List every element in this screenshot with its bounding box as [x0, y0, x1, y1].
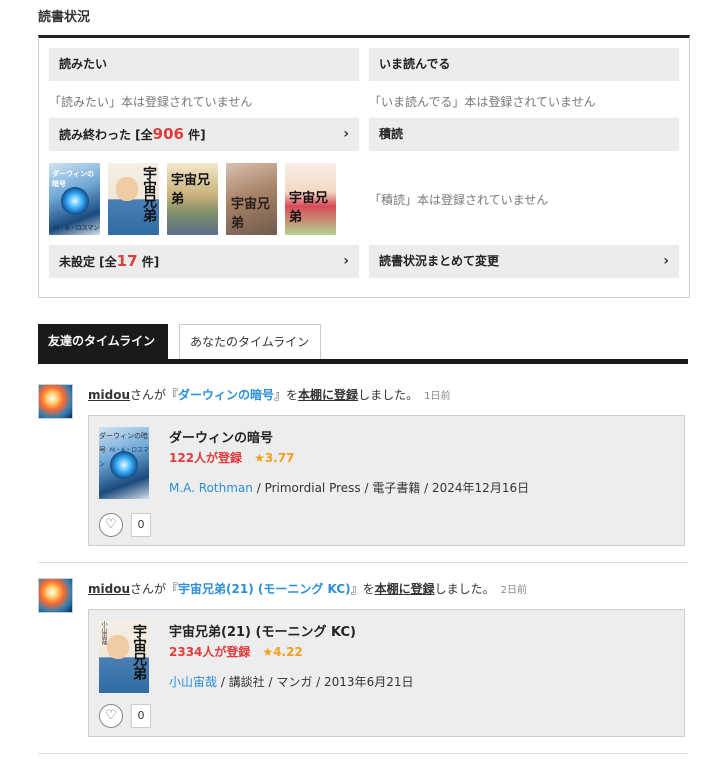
like-control: ♡ 0: [99, 704, 151, 728]
book-link[interactable]: 宇宙兄弟(21) (モーニング KC): [178, 582, 351, 596]
cover-title: 宇宙兄弟: [141, 166, 157, 222]
user-link[interactable]: midou: [88, 388, 130, 402]
chevron-right-icon: ›: [343, 126, 349, 142]
status-unset-header[interactable]: 未設定 [全17 件] ›: [49, 245, 359, 278]
book-link[interactable]: ダーウィンの暗号: [178, 388, 274, 402]
chevron-right-icon: ›: [663, 253, 669, 269]
status-read-label-suffix: 件]: [183, 128, 206, 142]
book-cover[interactable]: 宇宙兄弟: [167, 163, 218, 235]
publication-info: / Primordial Press / 電子書籍 / 2024年12月16日: [252, 481, 530, 495]
book-title[interactable]: ダーウィンの暗号: [169, 427, 273, 446]
status-stacked-label: 積読: [379, 127, 404, 141]
status-read-count: 906: [152, 125, 184, 143]
section-title: 読書状況: [38, 10, 91, 25]
timeline-tabs: 友達のタイムライン あなたのタイムライン: [38, 324, 688, 364]
like-count: 0: [131, 704, 151, 728]
status-want-label: 読みたい: [59, 57, 108, 71]
status-read-label-prefix: 読み終わった [全: [59, 128, 153, 142]
divider: [38, 753, 688, 754]
avatar[interactable]: [38, 384, 73, 419]
status-stacked-header[interactable]: 積読: [369, 118, 679, 151]
status-unset-label-prefix: 未設定 [全: [59, 255, 117, 269]
character-illustration: [107, 635, 129, 659]
timeline-text-part: しました。: [358, 388, 419, 402]
book-cover[interactable]: 宇宙兄弟: [108, 163, 159, 235]
registered-count: 122人が登録: [169, 451, 243, 465]
tab-friends-timeline[interactable]: 友達のタイムライン: [38, 324, 168, 359]
book-thumbnail[interactable]: 宇宙兄弟 小山宙哉: [99, 621, 149, 693]
timeline-text-part: さんが『: [130, 582, 179, 596]
cover-title: 宇宙兄弟: [231, 197, 271, 231]
timestamp: 1日前: [424, 391, 451, 402]
eye-illustration: [110, 451, 138, 479]
timeline-text: midouさんが『宇宙兄弟(21) (モーニング KC)』を本棚に登録しました。…: [88, 580, 527, 597]
tab-your-timeline[interactable]: あなたのタイムライン: [179, 324, 321, 359]
star-rating: ★3.77: [254, 451, 295, 465]
heart-icon[interactable]: ♡: [99, 513, 123, 537]
reading-status-box: 読みたい 「読みたい」本は登録されていません いま読んでる 「いま読んでる」本は…: [38, 35, 690, 298]
book-stats: 122人が登録 ★3.77: [169, 449, 294, 466]
status-unset-count: 17: [116, 252, 138, 270]
author-link[interactable]: M.A. Rothman: [169, 481, 253, 495]
book-card: ダーウィンの暗号 M・A・ロスマン ダーウィンの暗号 122人が登録 ★3.77 …: [88, 415, 685, 546]
author-link[interactable]: 小山宙哉: [169, 675, 217, 689]
bulk-change-label: 読書状況まとめて変更: [379, 254, 500, 268]
status-read-header[interactable]: 読み終わった [全906 件] ›: [49, 118, 359, 151]
read-covers-row: ダーウィンの暗号 M・A・ロスマン 宇宙兄弟 宇宙兄弟 宇宙兄弟 宇宙兄弟: [49, 163, 336, 235]
book-meta: 小山宙哉 / 講談社 / マンガ / 2013年6月21日: [169, 673, 413, 690]
cover-subtitle: M・A・ロスマン: [53, 225, 100, 232]
bulk-change-button[interactable]: 読書状況まとめて変更 ›: [369, 245, 679, 278]
status-want-header[interactable]: 読みたい: [49, 48, 359, 81]
cover-title: 宇宙兄弟: [171, 173, 211, 207]
book-stats: 2334人が登録 ★4.22: [169, 643, 303, 660]
shelf-link[interactable]: 本棚に登録: [375, 582, 435, 596]
star-rating: ★4.22: [262, 645, 303, 659]
cover-title: ダーウィンの暗号: [52, 170, 94, 188]
cover-title: 宇宙兄弟: [131, 624, 147, 680]
character-illustration: [116, 177, 138, 201]
book-cover[interactable]: 宇宙兄弟: [226, 163, 277, 235]
book-cover[interactable]: ダーウィンの暗号 M・A・ロスマン: [49, 163, 100, 235]
book-thumbnail[interactable]: ダーウィンの暗号 M・A・ロスマン: [99, 427, 149, 499]
eye-illustration: [61, 187, 89, 215]
cover-title: 宇宙兄弟: [289, 191, 329, 225]
registered-count: 2334人が登録: [169, 645, 251, 659]
status-reading-label: いま読んでる: [379, 57, 451, 71]
book-title[interactable]: 宇宙兄弟(21) (モーニング KC): [169, 621, 356, 640]
book-meta: M.A. Rothman / Primordial Press / 電子書籍 /…: [169, 479, 529, 496]
status-reading-empty: 「いま読んでる」本は登録されていません: [369, 95, 596, 109]
book-card: 宇宙兄弟 小山宙哉 宇宙兄弟(21) (モーニング KC) 2334人が登録 ★4…: [88, 609, 685, 737]
book-cover[interactable]: 宇宙兄弟: [285, 163, 336, 235]
timeline-text-part: 』を: [274, 388, 299, 402]
chevron-right-icon: ›: [343, 253, 349, 269]
like-count: 0: [131, 513, 151, 537]
timeline-text: midouさんが『ダーウィンの暗号』を本棚に登録しました。 1日前: [88, 386, 450, 403]
shelf-link[interactable]: 本棚に登録: [298, 388, 358, 402]
user-link[interactable]: midou: [88, 582, 130, 596]
like-control: ♡ 0: [99, 513, 151, 537]
status-unset-label-suffix: 件]: [137, 255, 160, 269]
heart-icon[interactable]: ♡: [99, 704, 123, 728]
timeline-text-part: しました。: [434, 582, 495, 596]
timeline-text-part: さんが『: [130, 388, 179, 402]
status-stacked-empty: 「積読」本は登録されていません: [369, 193, 549, 207]
publication-info: / 講談社 / マンガ / 2013年6月21日: [217, 675, 414, 689]
status-reading-header[interactable]: いま読んでる: [369, 48, 679, 81]
timestamp: 2日前: [500, 585, 527, 596]
status-want-empty: 「読みたい」本は登録されていません: [49, 95, 253, 109]
timeline-text-part: 』を: [350, 582, 375, 596]
divider: [38, 562, 688, 563]
avatar[interactable]: [38, 578, 73, 613]
